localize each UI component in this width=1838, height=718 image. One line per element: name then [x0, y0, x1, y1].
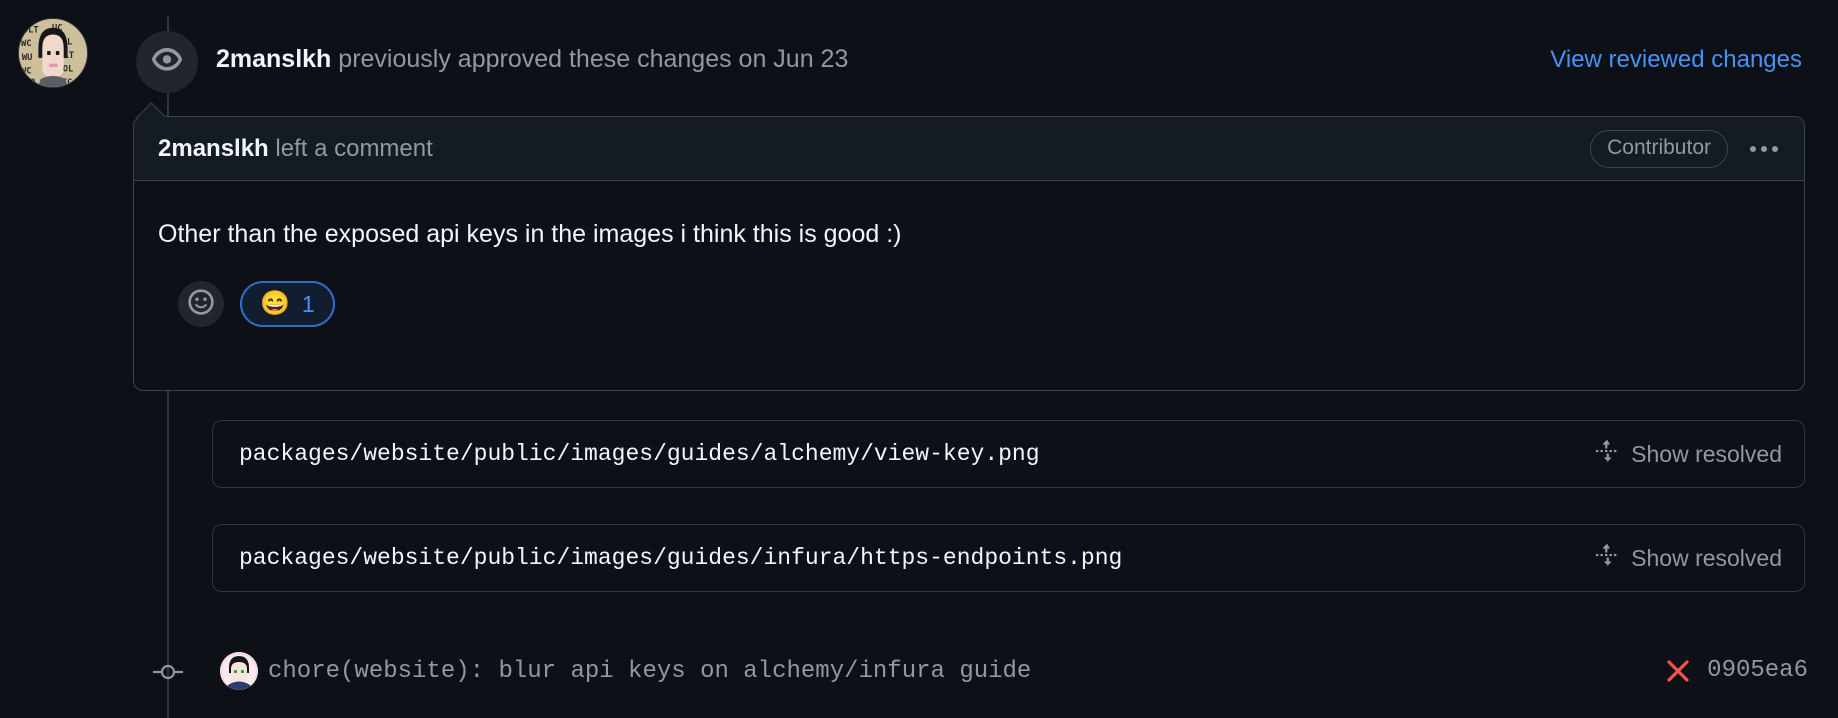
view-reviewed-changes-link[interactable]: View reviewed changes: [1550, 45, 1802, 75]
commit-timeline-row: chore(website): blur api keys on alchemy…: [0, 644, 1838, 700]
review-summary-text: 2manslkh previously approved these chang…: [216, 43, 848, 75]
review-event-header: OLTUC WCOL WULT WCOL UOTC: [0, 14, 1838, 93]
comment-text: Other than the exposed api keys in the i…: [158, 220, 902, 248]
commit-author-avatar[interactable]: [220, 652, 258, 690]
comment-header-actions: Contributor: [1590, 129, 1782, 168]
svg-text:WU: WU: [22, 53, 33, 63]
kebab-menu-icon[interactable]: [1746, 140, 1782, 158]
status-badge: Contributor: [1590, 129, 1728, 168]
show-resolved-button[interactable]: Show resolved: [1595, 439, 1782, 470]
svg-text:UO: UO: [25, 78, 36, 87]
commit-node-icon: [153, 658, 183, 686]
svg-text:WC: WC: [21, 66, 32, 76]
review-comment-card: 2manslkh left a comment Contributor Othe…: [133, 116, 1805, 391]
file-path: packages/website/public/images/guides/in…: [239, 545, 1123, 571]
show-resolved-label: Show resolved: [1631, 441, 1782, 467]
laugh-reaction-button[interactable]: 😄 1: [240, 281, 335, 327]
pr-conversation-timeline: OLTUC WCOL WULT WCOL UOTC: [0, 0, 1838, 718]
eye-icon: [151, 44, 183, 81]
commit-message[interactable]: chore(website): blur api keys on alchemy…: [268, 657, 1031, 687]
comment-body: Other than the exposed api keys in the i…: [134, 181, 1804, 327]
file-path: packages/website/public/images/guides/al…: [239, 441, 1040, 467]
comment-caret: [133, 101, 173, 118]
comment-header: 2manslkh left a comment Contributor: [134, 117, 1804, 181]
resolved-thread-row[interactable]: packages/website/public/images/guides/al…: [212, 420, 1805, 488]
svg-text:OL: OL: [63, 64, 74, 74]
review-action-text: previously approved these changes on Jun…: [338, 45, 849, 73]
review-author[interactable]: 2manslkh: [216, 45, 331, 73]
show-resolved-label: Show resolved: [1631, 545, 1782, 571]
show-resolved-button[interactable]: Show resolved: [1595, 543, 1782, 574]
svg-text:WC: WC: [21, 39, 32, 49]
comment-header-title: 2manslkh left a comment: [158, 134, 433, 164]
laugh-emoji-icon: 😄: [260, 290, 290, 317]
comment-action-text: left a comment: [275, 134, 433, 162]
svg-text:OLT: OLT: [23, 26, 39, 36]
resolved-thread-row[interactable]: packages/website/public/images/guides/in…: [212, 524, 1805, 592]
smiley-plus-icon: [187, 288, 215, 321]
unfold-icon: [1595, 543, 1619, 574]
add-reaction-button[interactable]: [178, 281, 224, 327]
laugh-reaction-count: 1: [301, 290, 315, 317]
avatar[interactable]: OLTUC WCOL WULT WCOL UOTC: [18, 18, 88, 88]
reactions-bar: 😄 1: [158, 251, 1780, 327]
comment-author[interactable]: 2manslkh: [158, 135, 269, 162]
commit-status-group: 0905ea6: [1665, 656, 1808, 686]
x-fail-icon[interactable]: [1665, 658, 1691, 684]
review-status-badge: [136, 31, 198, 93]
unfold-icon: [1595, 439, 1619, 470]
commit-sha[interactable]: 0905ea6: [1707, 656, 1808, 686]
